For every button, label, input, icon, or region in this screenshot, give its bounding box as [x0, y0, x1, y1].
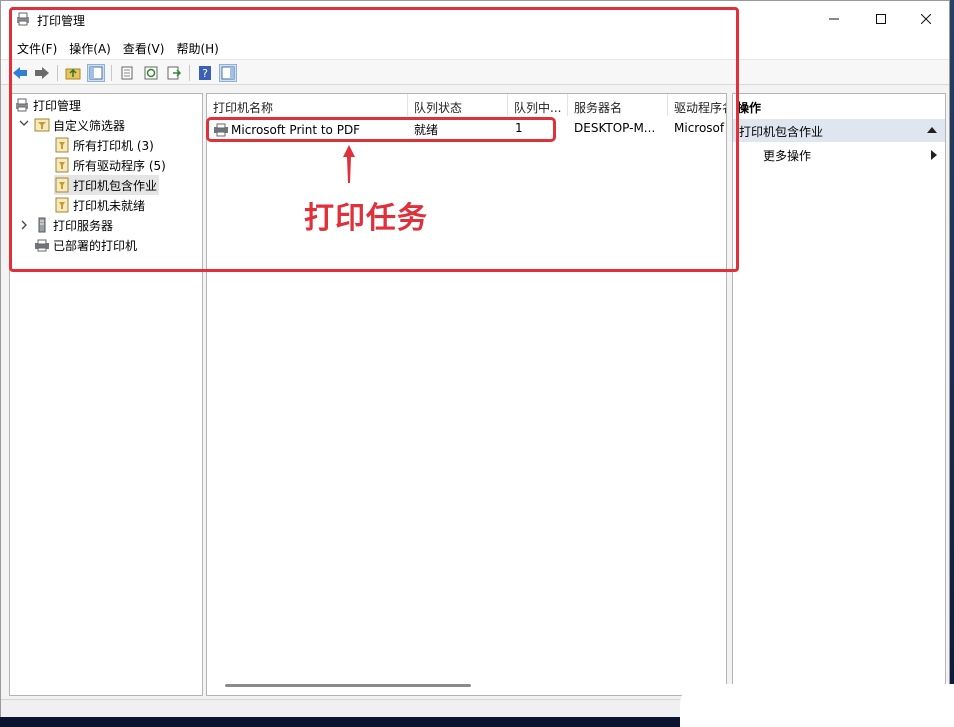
horizontal-scrollbar[interactable] — [225, 684, 471, 687]
annotation-label: 打印任务 — [304, 201, 428, 236]
collapse-up-icon[interactable] — [927, 127, 937, 133]
more-actions-link[interactable]: 更多操作 — [763, 147, 811, 164]
submenu-arrow-icon — [931, 150, 937, 160]
annotation-arrow-icon — [343, 145, 355, 183]
desktop-blob — [680, 684, 954, 727]
minimize-button[interactable] — [811, 1, 857, 37]
actions-section-header[interactable]: 打印机包含作业 — [733, 119, 945, 142]
actions-header: 操作 — [737, 101, 762, 115]
maximize-button[interactable] — [858, 1, 904, 37]
close-button[interactable] — [903, 1, 949, 37]
actions-pane: 操作 打印机包含作业 更多操作 — [732, 93, 946, 696]
annotation-row-highlight — [206, 117, 556, 142]
